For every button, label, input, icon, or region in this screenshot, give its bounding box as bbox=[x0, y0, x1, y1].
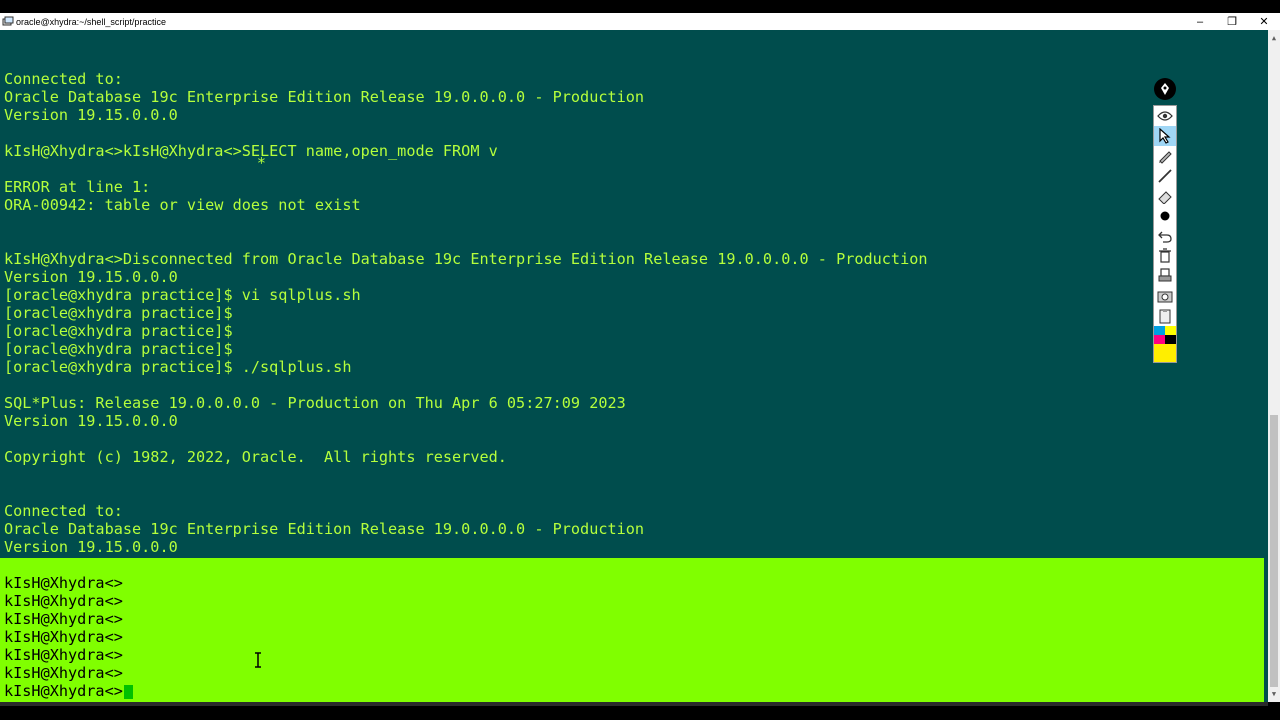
sql-prompt-line: kIsH@Xhydra<> bbox=[4, 628, 133, 646]
color-swatch-active[interactable] bbox=[1154, 344, 1176, 362]
text-cursor bbox=[123, 684, 133, 699]
window-title: oracle@xhydra:~/shell_script/practice bbox=[16, 16, 166, 27]
sql-prompt-line: kIsH@Xhydra<> bbox=[4, 664, 133, 682]
terminal-line: Version 19.15.0.0.0 bbox=[4, 268, 178, 286]
scroll-up-icon[interactable]: ▲ bbox=[1268, 32, 1280, 44]
undo-icon[interactable] bbox=[1154, 226, 1176, 246]
sql-prompt-text: kIsH@Xhydra<> bbox=[4, 610, 123, 628]
annotation-pen-icon[interactable] bbox=[1154, 78, 1176, 100]
terminal-area[interactable]: Connected to: Oracle Database 19c Enterpr… bbox=[0, 30, 1268, 702]
trash-icon[interactable] bbox=[1154, 246, 1176, 266]
terminal-line: [oracle@xhydra practice]$ bbox=[4, 340, 233, 358]
terminal-line: Version 19.15.0.0.0 bbox=[4, 412, 178, 430]
terminal-line: Version 19.15.0.0.0 bbox=[4, 538, 178, 556]
annotation-tools bbox=[1153, 105, 1177, 363]
terminal-line: Version 19.15.0.0.0 bbox=[4, 106, 178, 124]
dot-icon[interactable] bbox=[1154, 206, 1176, 226]
maximize-button[interactable]: ❐ bbox=[1216, 13, 1248, 30]
sql-prompt-text: kIsH@Xhydra<> bbox=[4, 628, 123, 646]
annotation-toolbox bbox=[1153, 78, 1177, 363]
terminal-line: [oracle@xhydra practice]$ bbox=[4, 304, 233, 322]
color-swatch-yellow[interactable] bbox=[1165, 326, 1176, 335]
vertical-scrollbar[interactable]: ▲ ▼ bbox=[1268, 30, 1280, 702]
window-titlebar: oracle@xhydra:~/shell_script/practice – … bbox=[0, 13, 1280, 30]
line-icon[interactable] bbox=[1154, 166, 1176, 186]
pen-icon[interactable] bbox=[1154, 146, 1176, 166]
horizontal-scroll-edge bbox=[0, 702, 1268, 706]
color-palette[interactable] bbox=[1154, 326, 1176, 362]
terminal-line: Connected to: bbox=[4, 70, 123, 88]
terminal-line: [oracle@xhydra practice]$ vi sqlplus.sh bbox=[4, 286, 361, 304]
terminal-line: [oracle@xhydra practice]$ bbox=[4, 322, 233, 340]
pointer-icon[interactable] bbox=[1154, 126, 1176, 146]
sql-prompt-text: kIsH@Xhydra<> bbox=[4, 664, 123, 682]
putty-terminal-icon bbox=[2, 16, 14, 28]
color-swatch-magenta[interactable] bbox=[1154, 335, 1165, 344]
sql-prompt-line: kIsH@Xhydra<> bbox=[4, 592, 133, 610]
terminal-line: ERROR at line 1: bbox=[4, 178, 151, 196]
sql-prompt-lines: kIsH@Xhydra<> kIsH@Xhydra<> kIsH@Xhydra<> k… bbox=[4, 574, 133, 700]
minimize-button[interactable]: – bbox=[1184, 13, 1216, 30]
terminal-output: Connected to: Oracle Database 19c Enterpr… bbox=[4, 70, 928, 556]
close-button[interactable]: ✕ bbox=[1248, 13, 1280, 30]
sql-prompt-text: kIsH@Xhydra<> bbox=[4, 646, 123, 664]
terminal-line: kIsH@Xhydra<>Disconnected from Oracle Da… bbox=[4, 250, 928, 268]
sql-prompt-line: kIsH@Xhydra<> bbox=[4, 574, 133, 592]
sql-prompt-line: kIsH@Xhydra<> bbox=[4, 682, 133, 700]
scrollbar-thumb[interactable] bbox=[1270, 415, 1278, 687]
terminal-line: [oracle@xhydra practice]$ ./sqlplus.sh bbox=[4, 358, 352, 376]
sql-prompt-line: kIsH@Xhydra<> bbox=[4, 610, 133, 628]
terminal-line: ORA-00942: table or view does not exist bbox=[4, 196, 361, 214]
terminal-line: Copyright (c) 1982, 2022, Oracle. All ri… bbox=[4, 448, 507, 466]
terminal-line: Oracle Database 19c Enterprise Edition R… bbox=[4, 88, 645, 106]
highlighted-selection: kIsH@Xhydra<> kIsH@Xhydra<> kIsH@Xhydra<> k… bbox=[0, 558, 1264, 702]
terminal-line: Oracle Database 19c Enterprise Edition R… bbox=[4, 520, 645, 538]
sql-prompt-text: kIsH@Xhydra<> bbox=[4, 682, 123, 700]
sql-prompt-text: kIsH@Xhydra<> bbox=[4, 574, 123, 592]
terminal-line: Connected to: bbox=[4, 502, 123, 520]
eraser-icon[interactable] bbox=[1154, 186, 1176, 206]
color-swatch-cyan[interactable] bbox=[1154, 326, 1165, 335]
stamp-icon[interactable] bbox=[1154, 266, 1176, 286]
terminal-line: SQL*Plus: Release 19.0.0.0.0 - Productio… bbox=[4, 394, 626, 412]
ibeam-cursor-icon bbox=[253, 652, 263, 668]
color-swatch-black[interactable] bbox=[1165, 335, 1176, 344]
sql-prompt-text: kIsH@Xhydra<> bbox=[4, 592, 123, 610]
clipboard-icon[interactable] bbox=[1154, 306, 1176, 326]
eye-icon[interactable] bbox=[1154, 106, 1176, 126]
sql-prompt-line: kIsH@Xhydra<> bbox=[4, 646, 133, 664]
camera-icon[interactable] bbox=[1154, 286, 1176, 306]
scroll-down-icon[interactable]: ▼ bbox=[1268, 688, 1280, 700]
